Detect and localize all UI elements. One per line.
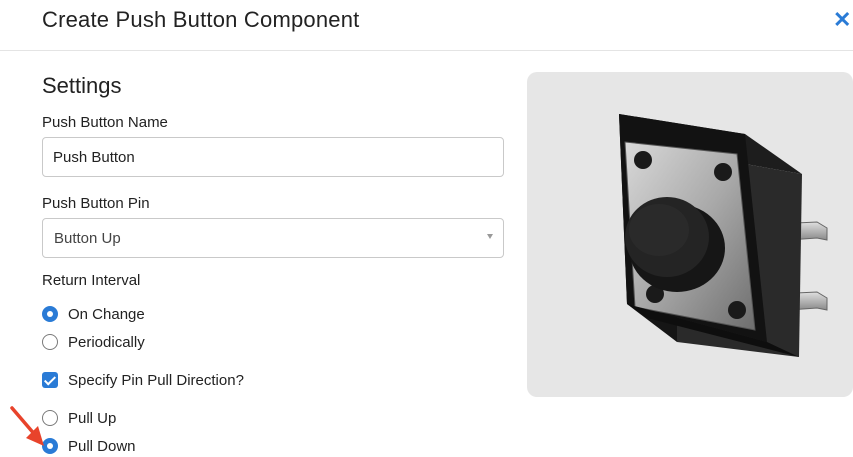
push-button-illustration — [619, 114, 828, 357]
pin-select-value: Button Up — [54, 230, 121, 247]
push-button-name-input[interactable] — [42, 137, 504, 177]
radio-button[interactable] — [42, 334, 58, 350]
radio-pull-down[interactable]: Pull Down — [42, 436, 136, 456]
radio-periodically[interactable]: Periodically — [42, 332, 145, 352]
checkbox-label: Specify Pin Pull Direction? — [68, 371, 244, 389]
radio-button[interactable] — [42, 410, 58, 426]
dialog-title: Create Push Button Component — [42, 7, 360, 32]
push-button-name-label: Push Button Name — [42, 114, 168, 131]
radio-pull-up[interactable]: Pull Up — [42, 408, 116, 428]
close-icon[interactable]: ✕ — [833, 9, 851, 31]
radio-on-change[interactable]: On Change — [42, 304, 145, 324]
radio-label-on-change: On Change — [68, 305, 145, 323]
radio-label-pull-up: Pull Up — [68, 409, 117, 427]
return-interval-label: Return Interval — [42, 272, 141, 289]
checkbox-checked[interactable] — [42, 372, 58, 388]
chevron-down-icon — [487, 234, 493, 239]
radio-label-pull-down: Pull Down — [68, 437, 136, 455]
specify-pull-direction-checkbox[interactable]: Specify Pin Pull Direction? — [42, 370, 244, 390]
push-button-pin-select[interactable]: Button Up — [42, 218, 504, 258]
push-button-image — [527, 72, 853, 397]
dialog-header: Create Push Button Component ✕ — [0, 0, 853, 51]
radio-button-selected[interactable] — [42, 306, 58, 322]
radio-label-periodically: Periodically — [68, 333, 145, 351]
settings-heading: Settings — [42, 73, 122, 98]
radio-button-selected[interactable] — [42, 438, 58, 454]
push-button-pin-label: Push Button Pin — [42, 195, 150, 212]
